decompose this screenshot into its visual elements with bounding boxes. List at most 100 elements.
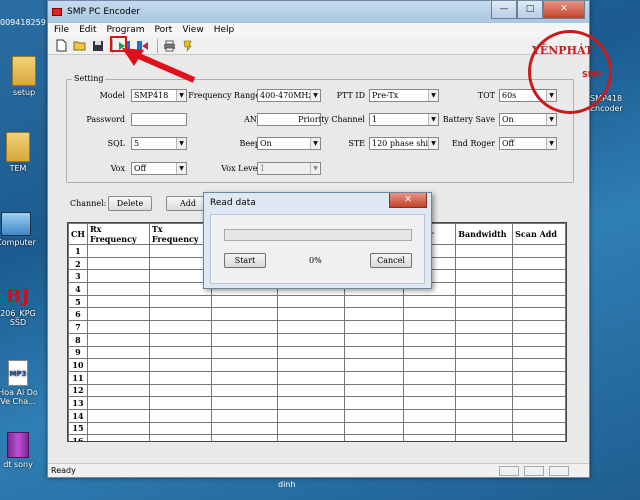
table-cell[interactable] (512, 307, 566, 322)
table-cell[interactable] (403, 307, 457, 322)
table-cell[interactable] (210, 332, 279, 347)
start-button[interactable]: Start (224, 253, 266, 268)
channel-number-cell[interactable]: 12 (68, 383, 88, 398)
table-cell[interactable] (86, 370, 150, 385)
table-cell[interactable] (86, 269, 150, 284)
table-cell[interactable] (277, 294, 345, 309)
table-cell[interactable] (148, 332, 212, 347)
table-cell[interactable] (455, 320, 514, 334)
table-cell[interactable] (210, 307, 279, 322)
channel-number-cell[interactable]: 4 (68, 282, 88, 296)
table-cell[interactable] (277, 421, 345, 436)
table-cell[interactable] (148, 434, 212, 441)
desktop-icon-computer[interactable]: Computer (0, 212, 40, 247)
table-cell[interactable] (455, 269, 514, 284)
table-cell[interactable] (512, 345, 566, 360)
table-cell[interactable] (455, 307, 514, 322)
table-cell[interactable] (343, 421, 405, 436)
desktop-icon-bj[interactable]: BJ 206_KPG SSD (0, 286, 42, 327)
table-row[interactable]: 11 (68, 370, 566, 385)
maximize-button[interactable]: □ (517, 1, 543, 19)
table-cell[interactable] (148, 256, 212, 271)
channel-number-cell[interactable]: 15 (68, 421, 88, 436)
table-cell[interactable] (455, 396, 514, 410)
channel-number-cell[interactable]: 2 (68, 256, 88, 271)
table-cell[interactable] (86, 345, 150, 360)
table-cell[interactable] (455, 282, 514, 296)
table-cell[interactable] (455, 370, 514, 385)
table-cell[interactable] (343, 332, 405, 347)
table-cell[interactable] (210, 358, 279, 372)
table-row[interactable]: 16 (68, 434, 566, 441)
table-cell[interactable] (148, 421, 212, 436)
minimize-button[interactable]: — (491, 1, 517, 19)
ptt-id-select[interactable]: Pre-Tx ▼ (369, 89, 439, 102)
table-cell[interactable] (148, 408, 212, 423)
table-row[interactable]: 7 (68, 320, 566, 334)
table-cell[interactable] (512, 370, 566, 385)
end-roger-select[interactable]: Off ▼ (499, 137, 557, 150)
priority-channel-select[interactable]: 1 ▼ (369, 113, 439, 126)
table-cell[interactable] (343, 320, 405, 334)
table-cell[interactable] (455, 383, 514, 398)
table-cell[interactable] (148, 396, 212, 410)
table-cell[interactable] (210, 396, 279, 410)
table-cell[interactable] (86, 282, 150, 296)
table-cell[interactable] (512, 256, 566, 271)
table-cell[interactable] (210, 434, 279, 441)
table-cell[interactable] (512, 358, 566, 372)
table-cell[interactable] (403, 294, 457, 309)
table-cell[interactable] (403, 332, 457, 347)
battery-save-select[interactable]: On ▼ (499, 113, 557, 126)
table-row[interactable]: 8 (68, 332, 566, 347)
table-cell[interactable] (403, 383, 457, 398)
save-icon[interactable] (90, 38, 105, 53)
table-cell[interactable] (148, 282, 212, 296)
table-cell[interactable] (277, 383, 345, 398)
table-cell[interactable] (343, 307, 405, 322)
table-cell[interactable] (210, 383, 279, 398)
frequency-range-select[interactable]: 400-470MHz ▼ (257, 89, 321, 102)
table-row[interactable]: 10 (68, 358, 566, 372)
table-cell[interactable] (343, 408, 405, 423)
table-cell[interactable] (455, 332, 514, 347)
table-cell[interactable] (210, 408, 279, 423)
table-cell[interactable] (86, 358, 150, 372)
table-cell[interactable] (512, 421, 566, 436)
table-cell[interactable] (403, 370, 457, 385)
table-cell[interactable] (512, 434, 566, 441)
table-cell[interactable] (512, 269, 566, 284)
table-cell[interactable] (277, 396, 345, 410)
title-bar[interactable]: SMP PC Encoder — □ ✕ (48, 1, 589, 23)
table-cell[interactable] (148, 320, 212, 334)
desktop-icon-tem[interactable]: TEM (0, 132, 42, 173)
channel-number-cell[interactable]: 1 (68, 244, 88, 258)
table-cell[interactable] (455, 358, 514, 372)
new-file-icon[interactable] (54, 38, 69, 53)
column-header-ch[interactable]: CH (68, 223, 88, 245)
table-cell[interactable] (403, 396, 457, 410)
desktop-icon-dt-sony[interactable]: dt sony (0, 432, 42, 469)
password-input[interactable] (131, 113, 187, 126)
table-cell[interactable] (403, 320, 457, 334)
table-cell[interactable] (148, 358, 212, 372)
table-cell[interactable] (403, 358, 457, 372)
table-cell[interactable] (512, 320, 566, 334)
table-cell[interactable] (86, 383, 150, 398)
table-cell[interactable] (455, 434, 514, 441)
table-cell[interactable] (148, 307, 212, 322)
menu-help[interactable]: Help (214, 25, 235, 35)
table-cell[interactable] (455, 256, 514, 271)
column-header-scan-add[interactable]: Scan Add (512, 223, 566, 245)
table-row[interactable]: 14 (68, 408, 566, 423)
channel-number-cell[interactable]: 7 (68, 320, 88, 334)
table-cell[interactable] (512, 383, 566, 398)
channel-number-cell[interactable]: 14 (68, 408, 88, 423)
channel-number-cell[interactable]: 10 (68, 358, 88, 372)
column-header-rx-frequency[interactable]: Rx Frequency (86, 223, 150, 245)
table-cell[interactable] (512, 332, 566, 347)
vox-level-select[interactable]: 1 ▼ (257, 162, 321, 175)
table-cell[interactable] (277, 408, 345, 423)
menu-program[interactable]: Program (107, 25, 145, 35)
table-cell[interactable] (343, 345, 405, 360)
